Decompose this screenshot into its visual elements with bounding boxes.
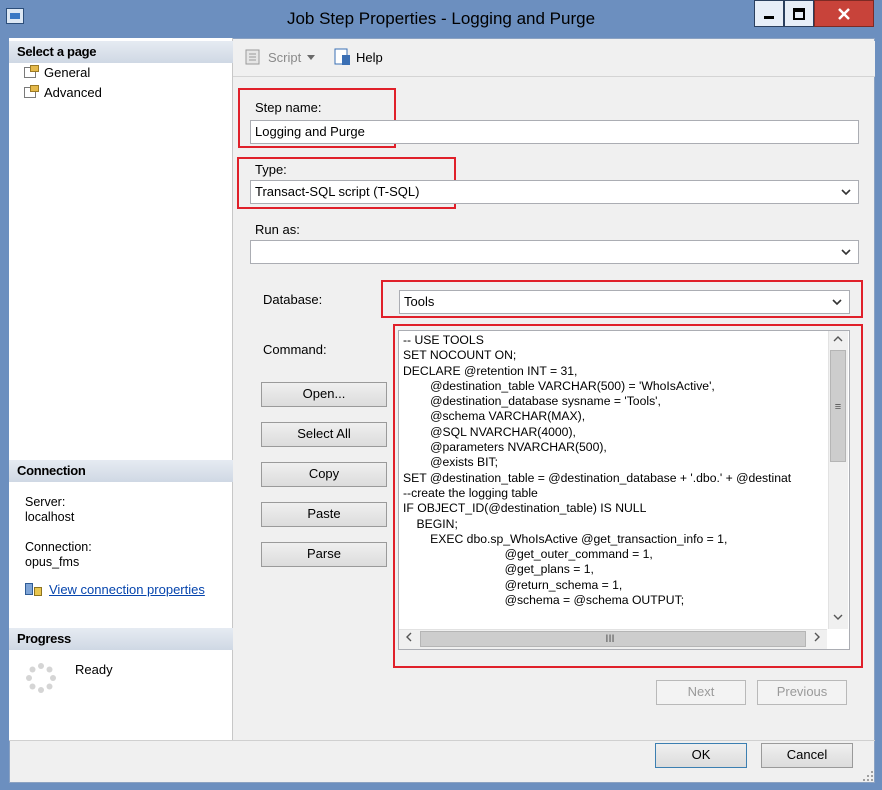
page-properties-icon [24,85,40,99]
progress-status: Ready [75,662,113,677]
select-page-header: Select a page [9,41,233,63]
dropdown-arrow-icon[interactable] [306,53,316,61]
connection-label: Connection: [25,540,92,554]
progress-spinner-icon [26,663,56,693]
chevron-down-icon [833,614,843,620]
view-connection-properties-link[interactable]: View connection properties [49,582,205,597]
footer-divider [9,740,875,741]
help-label: Help [356,49,383,65]
step-name-input[interactable]: Logging and Purge [250,120,859,144]
run-as-select[interactable] [250,240,859,264]
server-value: localhost [25,510,75,524]
scroll-thumb-grip: III [605,633,615,645]
scroll-up-arrow[interactable] [829,332,847,350]
database-select[interactable]: Tools [399,290,850,314]
close-icon [838,7,850,20]
help-button[interactable]: Help [333,48,383,66]
maximize-button[interactable] [784,0,814,27]
run-as-label: Run as: [255,222,300,237]
open-button[interactable]: Open... [261,382,387,407]
copy-button[interactable]: Copy [261,462,387,487]
chevron-down-icon [841,249,851,256]
page-item-label: Advanced [44,84,102,100]
step-name-label: Step name: [255,100,322,115]
help-icon [334,48,350,65]
toolbar [233,41,875,77]
page-item-general[interactable]: General [24,63,90,81]
type-select[interactable]: Transact-SQL script (T-SQL) [250,180,859,204]
select-all-button[interactable]: Select All [261,422,387,447]
connection-header: Connection [9,460,233,482]
page-item-label: General [44,64,91,80]
cancel-button[interactable]: Cancel [761,743,853,768]
command-label: Command: [263,342,327,357]
maximize-icon [793,7,805,20]
minimize-button[interactable] [754,0,784,27]
previous-button[interactable]: Previous [757,680,847,705]
window-title: Job Step Properties - Logging and Purge [286,9,596,28]
page-item-advanced[interactable]: Advanced [24,83,102,101]
scroll-down-arrow[interactable] [829,610,847,628]
parse-button[interactable]: Parse [261,542,387,567]
chevron-down-icon [841,189,851,196]
chevron-right-icon [814,632,820,642]
paste-button[interactable]: Paste [261,502,387,527]
chevron-down-icon [832,299,842,306]
script-label: Script [268,49,302,65]
type-value: Transact-SQL script (T-SQL) [255,184,420,199]
scroll-right-arrow[interactable] [808,630,826,648]
database-value: Tools [404,294,435,309]
page-properties-icon [24,65,40,79]
resize-grip-icon[interactable] [862,770,874,782]
progress-header: Progress [9,628,233,650]
type-label: Type: [255,162,287,177]
next-button[interactable]: Next [656,680,746,705]
view-connection-properties[interactable]: View connection properties [25,582,205,597]
server-label: Server: [25,495,66,509]
chevron-up-icon [833,336,843,342]
chevron-left-icon [406,632,412,642]
minimize-icon [764,15,774,19]
scroll-thumb-grip: ≡ [834,401,842,413]
database-label: Database: [263,292,323,307]
close-button[interactable] [814,0,874,27]
connection-value: opus_fms [25,555,80,569]
script-icon [245,49,260,65]
ok-button[interactable]: OK [655,743,747,768]
scroll-left-arrow[interactable] [400,630,418,648]
script-button[interactable]: Script [243,48,316,66]
command-text[interactable]: -- USE TOOLS SET NOCOUNT ON; DECLARE @re… [403,333,825,629]
connection-properties-icon [25,582,43,597]
